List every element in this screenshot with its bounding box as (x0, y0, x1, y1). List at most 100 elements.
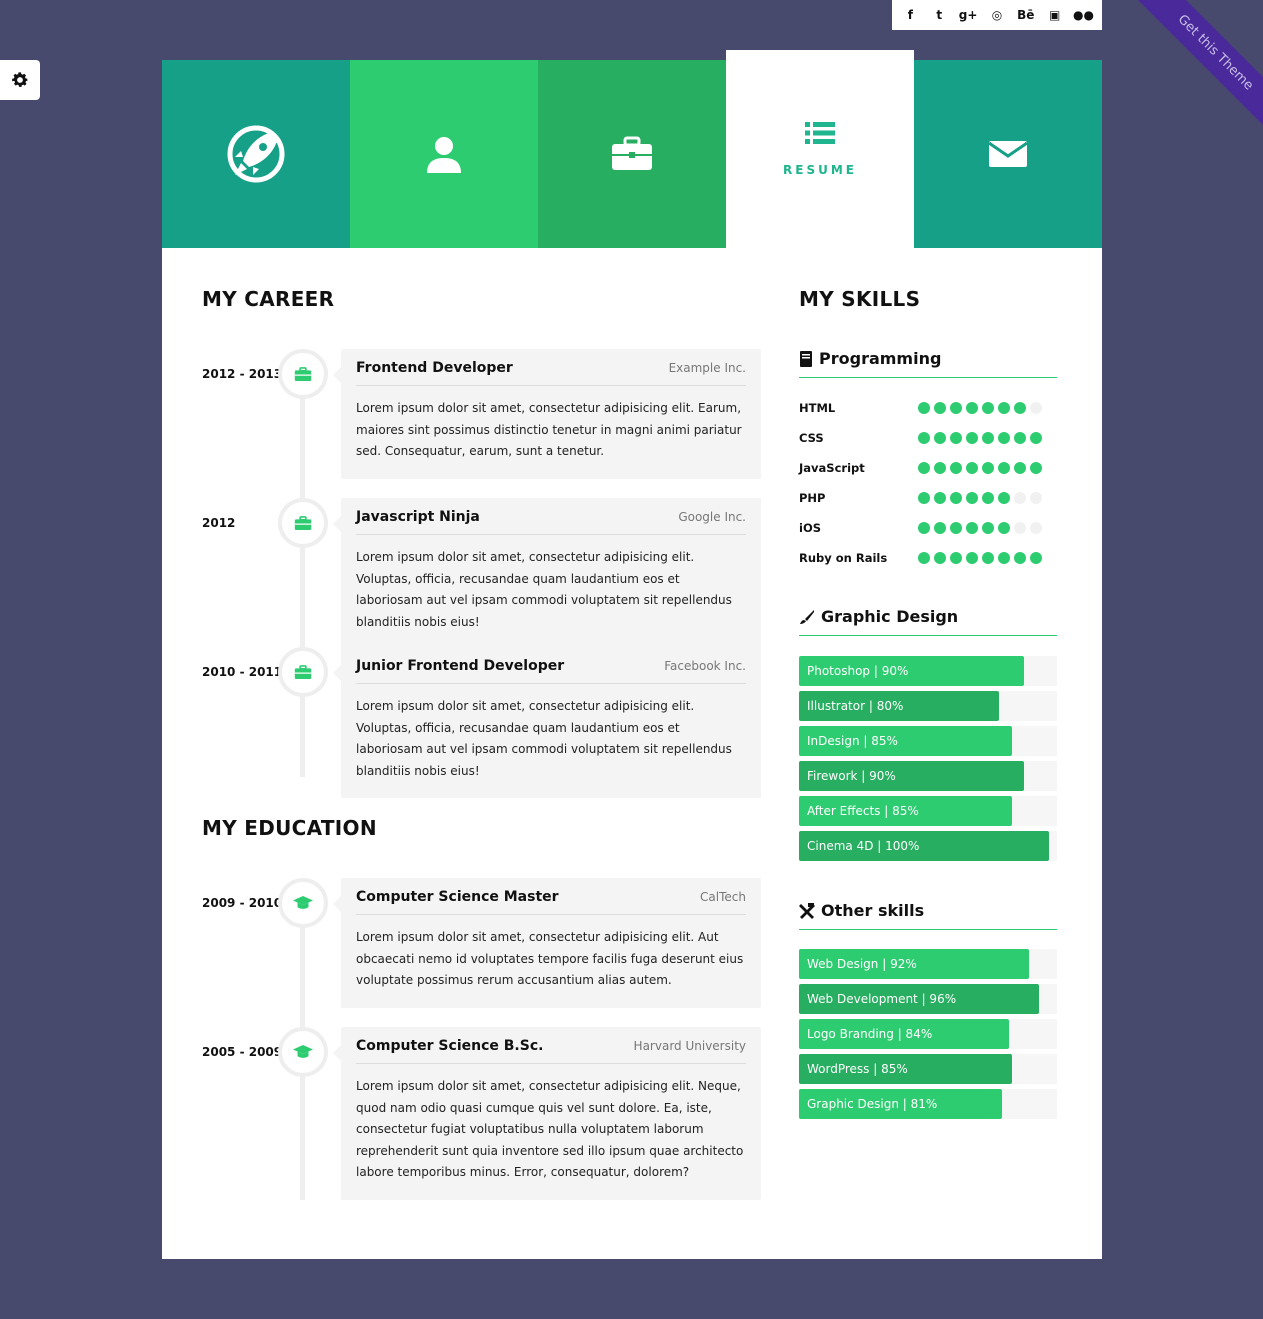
skill-name: CSS (799, 431, 824, 445)
skill-bar: Logo Branding | 84% (799, 1019, 1057, 1049)
career-date: 2010 - 2011 (202, 665, 283, 679)
skill-bar: After Effects | 85% (799, 796, 1057, 826)
skill-bar: Illustrator | 80% (799, 691, 1057, 721)
settings-gear-button[interactable] (0, 60, 40, 100)
career-company: Example Inc. (668, 361, 746, 375)
rating-dot (998, 552, 1010, 564)
tab-about[interactable] (350, 60, 538, 248)
skill-bar-label: After Effects | 85% (807, 804, 919, 818)
skill-name: Ruby on Rails (799, 551, 888, 565)
flickr-icon[interactable]: ●● (1072, 4, 1094, 26)
rating-dot (1030, 432, 1042, 444)
education-marker (278, 878, 328, 928)
skill-bar-fill: InDesign | 85% (799, 726, 1012, 756)
career-role: Frontend Developer (356, 360, 513, 376)
rating-dot (982, 492, 994, 504)
education-card: Computer Science Master CalTech Lorem ip… (333, 878, 761, 1008)
rating-dot (998, 402, 1010, 414)
skill-bar-label: Web Design | 92% (807, 957, 917, 971)
skill-bar: Firework | 90% (799, 761, 1057, 791)
main-nav-tabs: RESUME (162, 50, 1102, 248)
education-date: 2005 - 2009 (202, 1045, 283, 1059)
career-date: 2012 (202, 516, 236, 530)
skill-row: iOS (799, 518, 1057, 538)
rating-dot (918, 462, 930, 474)
rating-dot (918, 432, 930, 444)
tab-resume[interactable]: RESUME (726, 50, 914, 248)
rating-dot (934, 432, 946, 444)
skill-name: PHP (799, 491, 826, 505)
skill-rating (918, 492, 1042, 504)
skill-bar-label: InDesign | 85% (807, 734, 898, 748)
career-role: Junior Frontend Developer (356, 658, 565, 674)
get-theme-ribbon[interactable]: Get this Theme (1132, 0, 1263, 136)
dribbble-icon[interactable]: ◎ (986, 4, 1008, 26)
rating-dot (1014, 462, 1026, 474)
skill-name: JavaScript (799, 461, 865, 475)
rating-dot (966, 492, 978, 504)
skill-bar-label: Illustrator | 80% (807, 699, 904, 713)
facebook-icon[interactable]: f (899, 4, 921, 26)
career-marker (278, 349, 328, 399)
skill-row: CSS (799, 428, 1057, 448)
skill-bar-label: Firework | 90% (807, 769, 896, 783)
education-title: MY EDUCATION (202, 816, 377, 840)
skill-bar: Photoshop | 90% (799, 656, 1057, 686)
rating-dot (982, 462, 994, 474)
tools-icon (799, 902, 815, 919)
education-school: CalTech (700, 890, 746, 904)
rating-dot (1030, 462, 1042, 474)
list-icon (805, 122, 835, 144)
career-role: Javascript Ninja (356, 509, 480, 525)
skill-rating (918, 402, 1042, 414)
tab-home[interactable] (162, 60, 350, 248)
instagram-icon[interactable]: ▣ (1044, 4, 1066, 26)
skill-bar-fill: Firework | 90% (799, 761, 1024, 791)
rating-dot (982, 432, 994, 444)
other-skills-heading: Other skills (799, 901, 1057, 930)
skill-rating (918, 432, 1042, 444)
rating-dot (966, 552, 978, 564)
social-bar: f t g+ ◎ Bē ▣ ●● (892, 0, 1102, 30)
google-plus-icon[interactable]: g+ (957, 4, 979, 26)
skill-row: HTML (799, 398, 1057, 418)
rating-dot (998, 432, 1010, 444)
career-company: Facebook Inc. (664, 659, 746, 673)
education-degree: Computer Science Master (356, 889, 559, 905)
rating-dot (982, 522, 994, 534)
skill-bar-fill: Logo Branding | 84% (799, 1019, 1009, 1049)
skill-rating (918, 522, 1042, 534)
education-degree: Computer Science B.Sc. (356, 1038, 544, 1054)
rating-dot (1014, 492, 1026, 504)
skill-bar-fill: Cinema 4D | 100% (799, 831, 1049, 861)
rating-dot (918, 492, 930, 504)
rating-dot (918, 402, 930, 414)
skill-rating (918, 462, 1042, 474)
rating-dot (1030, 552, 1042, 564)
education-card: Computer Science B.Sc. Harvard Universit… (333, 1027, 761, 1200)
rating-dot (966, 402, 978, 414)
skill-row: Ruby on Rails (799, 548, 1057, 568)
graphic-design-title: Graphic Design (821, 607, 959, 626)
skill-bar-label: Logo Branding | 84% (807, 1027, 933, 1041)
education-description: Lorem ipsum dolor sit amet, consectetur … (356, 1079, 744, 1179)
rating-dot (998, 522, 1010, 534)
skill-name: HTML (799, 401, 836, 415)
tab-resume-label: RESUME (783, 163, 857, 177)
tab-portfolio[interactable] (538, 60, 726, 248)
skill-bar-fill: Graphic Design | 81% (799, 1089, 1002, 1119)
skill-name: iOS (799, 521, 822, 535)
skill-bar-fill: WordPress | 85% (799, 1054, 1012, 1084)
book-icon (800, 350, 812, 367)
tab-contact[interactable] (914, 60, 1102, 248)
behance-icon[interactable]: Bē (1015, 4, 1037, 26)
rating-dot (966, 522, 978, 534)
education-school: Harvard University (633, 1039, 746, 1053)
rating-dot (934, 522, 946, 534)
rating-dot (1014, 402, 1026, 414)
rating-dot (1014, 432, 1026, 444)
rating-dot (950, 552, 962, 564)
twitter-icon[interactable]: t (928, 4, 950, 26)
skill-bar: Web Development | 96% (799, 984, 1057, 1014)
briefcase-icon (294, 515, 312, 530)
